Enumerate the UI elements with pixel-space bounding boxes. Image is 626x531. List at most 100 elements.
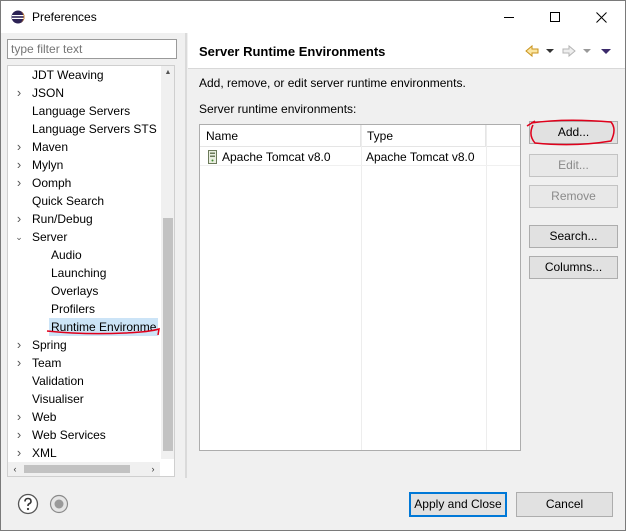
tree-item-label: Maven xyxy=(32,140,69,154)
tree-item-label: Runtime Environme xyxy=(49,318,159,336)
close-button[interactable] xyxy=(578,1,624,33)
column-divider xyxy=(486,125,487,450)
tree-vertical-scrollbar[interactable]: ▲ xyxy=(161,66,174,459)
cancel-button[interactable]: Cancel xyxy=(516,492,613,517)
chevron-right-icon[interactable]: › xyxy=(14,138,24,156)
tree-vertical-scroll-thumb[interactable] xyxy=(163,218,173,451)
filter-input[interactable] xyxy=(7,39,177,59)
chevron-right-icon[interactable]: › xyxy=(14,174,24,192)
tree-item-label: Spring xyxy=(32,338,67,352)
scroll-right-icon[interactable]: › xyxy=(146,462,160,476)
search-button[interactable]: Search... xyxy=(529,225,618,248)
preference-page: Server Runtime Environments Add, remove,… xyxy=(188,33,625,478)
minimize-button[interactable] xyxy=(486,1,532,33)
tree-item[interactable]: Language Servers xyxy=(8,102,160,120)
window-title: Preferences xyxy=(32,10,97,24)
columns-button[interactable]: Columns... xyxy=(529,256,618,279)
chevron-right-icon[interactable]: › xyxy=(14,210,24,228)
tree-item[interactable]: Runtime Environme xyxy=(8,318,160,336)
tree-item-label: Language Servers STS xyxy=(32,122,157,136)
tree-item-label: Profilers xyxy=(51,302,96,316)
preferences-tree: JDT Weaving › JSON Language Servers Language… xyxy=(7,65,175,477)
eclipse-icon xyxy=(11,10,25,24)
remove-button[interactable]: Remove xyxy=(529,185,618,208)
tree-item[interactable]: › Web xyxy=(8,408,160,426)
tree-horizontal-scroll-thumb[interactable] xyxy=(24,465,130,473)
tree-item[interactable]: JDT Weaving xyxy=(8,66,160,84)
scroll-up-icon[interactable]: ▲ xyxy=(161,66,174,80)
chevron-right-icon[interactable]: › xyxy=(14,156,24,174)
page-title: Server Runtime Environments xyxy=(199,44,386,59)
forward-arrow-icon[interactable] xyxy=(561,43,577,59)
tree-item-label: JSON xyxy=(32,86,65,100)
chevron-down-icon[interactable]: ⌄ xyxy=(14,228,24,246)
tree-item[interactable]: › Web Services xyxy=(8,426,160,444)
tree-item[interactable]: Validation xyxy=(8,372,160,390)
maximize-icon xyxy=(550,12,560,22)
tree-item-label: Mylyn xyxy=(32,158,64,172)
tree-item[interactable]: › Oomph xyxy=(8,174,160,192)
tree-item[interactable]: › JSON xyxy=(8,84,160,102)
tree-item-label: Validation xyxy=(32,374,84,388)
tree-item[interactable]: Audio xyxy=(8,246,160,264)
tree-item-label: Launching xyxy=(51,266,107,280)
title-bar: Preferences xyxy=(1,1,625,33)
add-button[interactable]: Add... xyxy=(529,121,618,144)
tree-item[interactable]: Profilers xyxy=(8,300,160,318)
tree-item-label: Audio xyxy=(51,248,82,262)
apply-and-close-button[interactable]: Apply and Close xyxy=(409,492,507,517)
tree-item-label: Quick Search xyxy=(32,194,105,208)
back-dropdown-icon[interactable] xyxy=(545,43,555,59)
back-arrow-icon[interactable] xyxy=(524,43,540,59)
help-icon[interactable] xyxy=(17,493,39,515)
forward-dropdown-icon[interactable] xyxy=(582,43,592,59)
tree-item[interactable]: › Mylyn xyxy=(8,156,160,174)
tree-item[interactable]: Overlays xyxy=(8,282,160,300)
chevron-right-icon[interactable]: › xyxy=(14,408,24,426)
close-icon xyxy=(595,11,607,23)
tree-item-label: JDT Weaving xyxy=(32,68,104,82)
minimize-icon xyxy=(504,17,514,18)
runtime-name-cell: Apache Tomcat v8.0 xyxy=(222,150,331,164)
runtime-environments-table[interactable]: Name Type Apache Tomcat v8.0 Apache Tomca… xyxy=(199,124,521,451)
tree-item-label: Web Services xyxy=(32,428,106,442)
preferences-navigation: JDT Weaving › JSON Language Servers Language… xyxy=(1,33,185,478)
tree-item-label: Oomph xyxy=(32,176,72,190)
view-menu-icon[interactable] xyxy=(600,43,612,59)
chevron-right-icon[interactable]: › xyxy=(14,426,24,444)
tree-item[interactable]: Visualiser xyxy=(8,390,160,408)
column-header-type[interactable]: Type xyxy=(361,125,486,147)
tree-item[interactable]: Launching xyxy=(8,264,160,282)
status-icon[interactable] xyxy=(49,494,69,514)
scroll-left-icon[interactable]: ‹ xyxy=(8,462,22,476)
tree-item[interactable]: › Maven xyxy=(8,138,160,156)
table-row[interactable]: Apache Tomcat v8.0 Apache Tomcat v8.0 xyxy=(200,148,520,166)
dialog-footer: Apply and Close Cancel xyxy=(1,478,625,530)
server-runtime-icon xyxy=(208,150,217,164)
maximize-button[interactable] xyxy=(532,1,578,33)
tree-item-label: Team xyxy=(32,356,62,370)
chevron-right-icon[interactable]: › xyxy=(14,336,24,354)
pane-sash[interactable] xyxy=(185,33,187,478)
tree-item[interactable]: › Run/Debug xyxy=(8,210,160,228)
edit-button[interactable]: Edit... xyxy=(529,154,618,177)
tree-item[interactable]: Language Servers STS xyxy=(8,120,160,138)
page-description: Add, remove, or edit server runtime envi… xyxy=(199,76,466,90)
chevron-right-icon[interactable]: › xyxy=(14,84,24,102)
tree-horizontal-scrollbar[interactable]: ‹ › xyxy=(8,462,160,476)
tree-item-label: Overlays xyxy=(51,284,99,298)
column-divider xyxy=(361,125,362,450)
tree-item[interactable]: › Team xyxy=(8,354,160,372)
tree-item-label: Server xyxy=(32,230,68,244)
column-header-name[interactable]: Name xyxy=(200,125,361,147)
tree-item-label: Visualiser xyxy=(32,392,84,406)
preferences-window: Preferences JDT Weaving › JSON Language Ser… xyxy=(0,0,626,531)
tree-item[interactable]: Quick Search xyxy=(8,192,160,210)
tree-item-label: Language Servers xyxy=(32,104,131,118)
tree-item[interactable]: ⌄ Server xyxy=(8,228,160,246)
page-header: Server Runtime Environments xyxy=(188,33,625,69)
tree-item[interactable]: › Spring xyxy=(8,336,160,354)
tree-item[interactable]: › XML xyxy=(8,444,160,462)
chevron-right-icon[interactable]: › xyxy=(14,444,24,462)
chevron-right-icon[interactable]: › xyxy=(14,354,24,372)
